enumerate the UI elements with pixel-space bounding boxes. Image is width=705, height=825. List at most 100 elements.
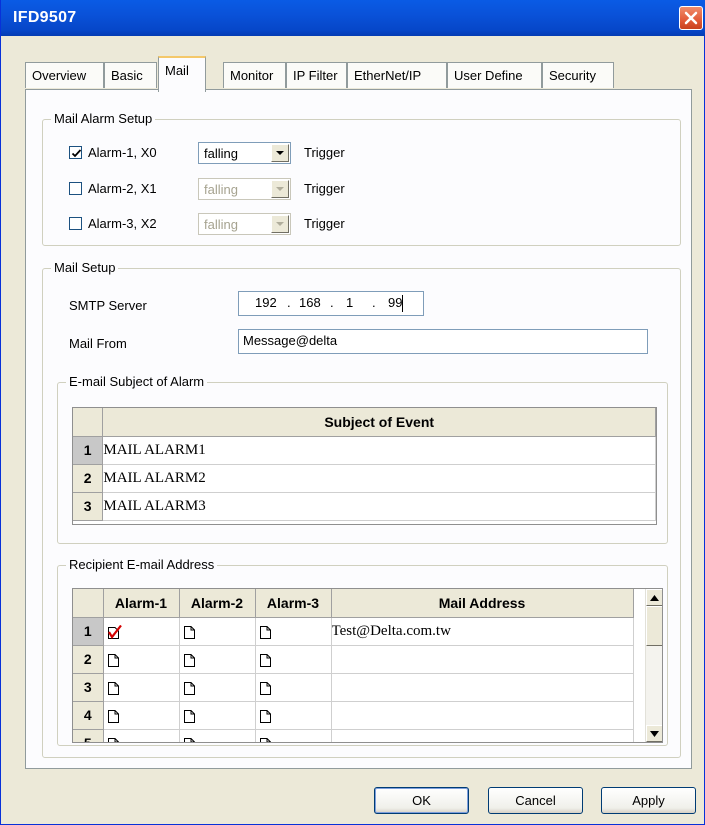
mail-from-value: Message@delta xyxy=(243,333,338,348)
tab-label: IP Filter xyxy=(293,68,338,83)
document-checkbox-icon xyxy=(183,709,195,723)
tab-basic[interactable]: Basic xyxy=(104,62,157,88)
alarm-3-column-header: Alarm-3 xyxy=(255,589,332,618)
text-cursor xyxy=(402,295,403,312)
close-button[interactable] xyxy=(679,6,703,30)
alarm-2-cell-checkbox[interactable] xyxy=(179,617,256,646)
table-row: 5 xyxy=(73,729,634,742)
alarm-2-cell-checkbox[interactable] xyxy=(179,701,256,730)
group-legend: Mail Setup xyxy=(51,260,119,276)
alarm-1-mode-select[interactable]: falling xyxy=(198,142,291,164)
alarm-1-cell-checkbox[interactable] xyxy=(103,645,180,674)
subject-cell[interactable]: MAIL ALARM2 xyxy=(102,464,656,493)
document-checkbox-icon xyxy=(183,625,195,639)
tab-user-define[interactable]: User Define xyxy=(447,62,542,88)
alarm-2-label: Alarm-2, X1 xyxy=(88,181,157,196)
tab-label: Mail xyxy=(165,63,189,78)
chevron-down-icon xyxy=(276,222,284,226)
alarm-3-cell-checkbox[interactable] xyxy=(255,617,332,646)
title-bar[interactable]: IFD9507 xyxy=(1,0,705,36)
dropdown-arrow[interactable] xyxy=(271,215,289,233)
alarm-3-cell-checkbox[interactable] xyxy=(255,729,332,742)
apply-button[interactable]: Apply xyxy=(601,787,696,814)
scroll-up-button[interactable] xyxy=(646,589,662,606)
alarm-3-cell-checkbox[interactable] xyxy=(255,645,332,674)
tab-overview[interactable]: Overview xyxy=(25,62,104,88)
tab-label: Basic xyxy=(111,68,143,83)
table-row: 4 xyxy=(73,701,634,730)
mail-from-input[interactable]: Message@delta xyxy=(238,329,648,354)
tab-ethernet-ip[interactable]: EtherNet/IP xyxy=(347,62,447,88)
alarm-1-checkbox[interactable] xyxy=(69,146,82,159)
row-number: 1 xyxy=(73,617,104,646)
tab-mail[interactable]: Mail xyxy=(158,56,206,92)
chevron-down-icon xyxy=(276,151,284,155)
document-checkbox-icon xyxy=(107,681,119,695)
mail-address-cell[interactable] xyxy=(331,701,634,730)
ip-dot: . xyxy=(287,295,291,310)
group-legend: Recipient E-mail Address xyxy=(66,557,218,573)
mail-alarm-setup-group: Mail Alarm Setup Alarm-1, X0 falling Tri… xyxy=(42,111,681,246)
alarm-2-cell-checkbox[interactable] xyxy=(179,729,256,742)
alarm-3-mode-select[interactable]: falling xyxy=(198,213,291,235)
alarm-3-cell-checkbox[interactable] xyxy=(255,673,332,702)
select-value: falling xyxy=(204,146,238,161)
dropdown-arrow[interactable] xyxy=(271,144,289,162)
alarm-1-label: Alarm-1, X0 xyxy=(88,145,157,160)
alarm-1-cell-checkbox[interactable] xyxy=(103,701,180,730)
scroll-down-button[interactable] xyxy=(646,725,662,742)
alarm-2-cell-checkbox[interactable] xyxy=(179,645,256,674)
tab-monitor[interactable]: Monitor xyxy=(223,62,286,88)
alarm-1-cell-checkbox[interactable] xyxy=(103,729,180,742)
document-checkbox-icon xyxy=(183,681,195,695)
cancel-button[interactable]: Cancel xyxy=(488,787,583,814)
group-legend: E-mail Subject of Alarm xyxy=(66,374,208,390)
ip-dot: . xyxy=(330,295,334,310)
document-checkbox-icon xyxy=(183,737,195,742)
document-checkbox-icon xyxy=(107,737,119,742)
mail-address-cell[interactable] xyxy=(331,729,634,742)
document-checkbox-icon xyxy=(259,709,271,723)
row-number: 4 xyxy=(73,701,104,730)
tab-label: EtherNet/IP xyxy=(354,68,422,83)
tab-ip-filter[interactable]: IP Filter xyxy=(286,62,347,88)
select-value: falling xyxy=(204,182,238,197)
tab-label: Security xyxy=(549,68,596,83)
document-checkbox-icon xyxy=(259,653,271,667)
row-number: 3 xyxy=(73,673,104,702)
document-checkbox-icon xyxy=(259,625,271,639)
close-icon xyxy=(684,11,698,25)
scroll-thumb[interactable] xyxy=(646,606,662,646)
alarm-2-mode-select[interactable]: falling xyxy=(198,178,291,200)
subject-cell[interactable]: MAIL ALARM1 xyxy=(102,436,656,465)
table-row: 1 Test@Delta.com.tw xyxy=(73,617,634,646)
window-title: IFD9507 xyxy=(13,9,77,26)
mail-address-cell[interactable]: Test@Delta.com.tw xyxy=(331,617,634,646)
vertical-scrollbar[interactable] xyxy=(645,589,662,742)
ip-octet-4: 99 xyxy=(388,295,403,310)
subject-cell[interactable]: MAIL ALARM3 xyxy=(102,492,656,521)
alarm-2-checkbox[interactable] xyxy=(69,182,82,195)
tab-label: Overview xyxy=(32,68,87,83)
check-icon xyxy=(71,149,82,158)
chevron-down-icon xyxy=(276,187,284,191)
recipient-email-group: Recipient E-mail Address Alarm-1 Alarm-2… xyxy=(57,557,668,746)
smtp-server-ip-input[interactable]: 192 . 168 . 1 . 99 xyxy=(238,291,424,316)
ok-button[interactable]: OK xyxy=(374,787,469,814)
alarm-3-cell-checkbox[interactable] xyxy=(255,701,332,730)
mail-address-cell[interactable] xyxy=(331,673,634,702)
alarm-1-cell-checkbox[interactable] xyxy=(103,673,180,702)
alarm-3-checkbox[interactable] xyxy=(69,217,82,230)
tab-security[interactable]: Security xyxy=(542,62,614,88)
table-row: 1 MAIL ALARM1 xyxy=(73,436,656,465)
dialog-window: IFD9507 Overview Basic Mail Monitor IP F… xyxy=(0,0,705,825)
document-checkbox-icon xyxy=(183,653,195,667)
alarm-1-column-header: Alarm-1 xyxy=(103,589,180,618)
dropdown-arrow[interactable] xyxy=(271,180,289,198)
document-checkbox-icon xyxy=(259,737,271,742)
alarm-2-cell-checkbox[interactable] xyxy=(179,673,256,702)
smtp-server-label: SMTP Server xyxy=(69,298,147,313)
row-header-corner xyxy=(73,408,104,437)
mail-address-cell[interactable] xyxy=(331,645,634,674)
alarm-1-cell-checkbox[interactable] xyxy=(103,617,180,646)
